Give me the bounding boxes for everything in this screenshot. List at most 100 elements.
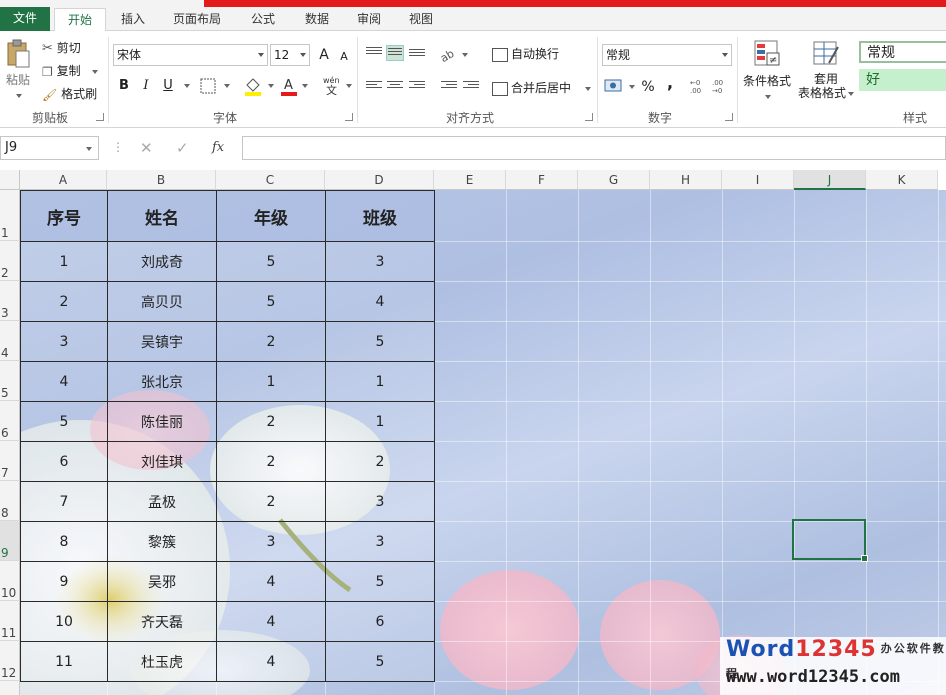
tab-data[interactable]: 数据 — [294, 8, 340, 31]
row-header-3[interactable]: 3 — [0, 281, 20, 321]
decrease-decimal-icon[interactable]: .00→0 — [712, 77, 732, 95]
table-cell-index[interactable]: 3 — [20, 321, 108, 362]
header-cell-index[interactable]: 序号 — [20, 190, 108, 242]
underline-button[interactable]: U — [158, 76, 178, 96]
table-cell-index[interactable]: 11 — [20, 641, 108, 682]
table-cell-index[interactable]: 7 — [20, 481, 108, 522]
insert-function-icon[interactable]: fx — [212, 140, 224, 155]
table-cell-class[interactable]: 5 — [325, 561, 435, 602]
percent-button[interactable]: % — [638, 77, 658, 97]
column-header-k[interactable]: K — [866, 170, 938, 190]
font-launcher-icon[interactable] — [345, 113, 353, 121]
increase-indent-icon[interactable] — [462, 79, 480, 95]
paste-button[interactable]: 粘贴 — [4, 39, 32, 99]
column-header-f[interactable]: F — [506, 170, 578, 190]
shrink-font-button[interactable]: A — [334, 47, 354, 67]
italic-button[interactable]: I — [136, 76, 156, 96]
table-cell-index[interactable]: 8 — [20, 521, 108, 562]
phonetic-icon[interactable]: wén文 — [322, 75, 342, 95]
column-header-i[interactable]: I — [722, 170, 794, 190]
table-cell-index[interactable]: 5 — [20, 401, 108, 442]
chevron-down-icon[interactable] — [462, 53, 468, 57]
comma-button[interactable]: , — [660, 73, 680, 93]
cut-button[interactable]: ✂ 剪切 — [42, 39, 81, 56]
header-cell-class[interactable]: 班级 — [325, 190, 435, 242]
table-cell-class[interactable]: 5 — [325, 321, 435, 362]
clipboard-launcher-icon[interactable] — [96, 113, 104, 121]
header-cell-grade[interactable]: 年级 — [216, 190, 326, 242]
column-header-d[interactable]: D — [325, 170, 434, 190]
font-size-combo[interactable]: 12 — [270, 44, 310, 66]
table-cell-grade[interactable]: 5 — [216, 241, 326, 282]
chevron-down-icon[interactable] — [224, 84, 230, 88]
table-cell-grade[interactable]: 2 — [216, 401, 326, 442]
wrap-text-button[interactable]: 自动换行 — [492, 45, 559, 62]
table-cell-name[interactable]: 孟极 — [107, 481, 217, 522]
grow-font-button[interactable]: A — [314, 45, 334, 65]
table-cell-index[interactable]: 2 — [20, 281, 108, 322]
table-cell-grade[interactable]: 4 — [216, 601, 326, 642]
table-cell-class[interactable]: 3 — [325, 241, 435, 282]
decrease-indent-icon[interactable] — [440, 79, 458, 95]
table-cell-grade[interactable]: 2 — [216, 481, 326, 522]
row-header-4[interactable]: 4 — [0, 321, 20, 361]
enter-icon[interactable]: ✓ — [176, 139, 189, 157]
tab-page-layout[interactable]: 页面布局 — [162, 8, 232, 31]
table-cell-name[interactable]: 刘佳琪 — [107, 441, 217, 482]
table-cell-index[interactable]: 6 — [20, 441, 108, 482]
tab-home[interactable]: 开始 — [54, 8, 106, 32]
table-cell-grade[interactable]: 4 — [216, 641, 326, 682]
table-cell-grade[interactable]: 2 — [216, 441, 326, 482]
table-cell-name[interactable]: 刘成奇 — [107, 241, 217, 282]
alignment-launcher-icon[interactable] — [585, 113, 593, 121]
table-cell-name[interactable]: 杜玉虎 — [107, 641, 217, 682]
active-cell-selection[interactable] — [792, 519, 868, 562]
conditional-format-button[interactable]: ≠ 条件格式 — [742, 39, 792, 103]
align-middle-icon[interactable] — [386, 45, 404, 61]
row-header-2[interactable]: 2 — [0, 241, 20, 281]
table-cell-index[interactable]: 10 — [20, 601, 108, 642]
row-header-1[interactable]: 1 — [0, 190, 20, 241]
tab-file[interactable]: 文件 — [0, 7, 50, 31]
table-cell-name[interactable]: 高贝贝 — [107, 281, 217, 322]
copy-button[interactable]: ❐ 复制 — [42, 62, 99, 79]
align-bottom-icon[interactable] — [408, 47, 426, 63]
column-header-j[interactable]: J — [794, 170, 866, 190]
table-cell-class[interactable]: 1 — [325, 361, 435, 402]
align-right-icon[interactable] — [408, 79, 426, 95]
worksheet-grid[interactable]: ABCDEFGHIJK 12345678910111213 序号 姓名 年级 班… — [0, 170, 946, 695]
table-cell-class[interactable]: 6 — [325, 601, 435, 642]
format-as-table-button[interactable]: 套用 表格格式 — [796, 39, 856, 100]
cell-style-good[interactable]: 好 — [859, 69, 946, 91]
table-cell-name[interactable]: 齐天磊 — [107, 601, 217, 642]
bold-button[interactable]: B — [114, 76, 134, 96]
table-cell-name[interactable]: 黎簇 — [107, 521, 217, 562]
table-cell-grade[interactable]: 1 — [216, 361, 326, 402]
table-cell-class[interactable]: 3 — [325, 481, 435, 522]
table-cell-class[interactable]: 3 — [325, 521, 435, 562]
column-header-b[interactable]: B — [107, 170, 216, 190]
table-cell-name[interactable]: 吴镇宇 — [107, 321, 217, 362]
tab-view[interactable]: 视图 — [398, 8, 444, 31]
table-cell-class[interactable]: 5 — [325, 641, 435, 682]
font-name-combo[interactable]: 宋体 — [113, 44, 268, 66]
column-header-a[interactable]: A — [20, 170, 107, 190]
row-header-8[interactable]: 8 — [0, 481, 20, 521]
column-header-g[interactable]: G — [578, 170, 650, 190]
currency-icon[interactable] — [604, 77, 624, 95]
table-cell-class[interactable]: 1 — [325, 401, 435, 442]
align-left-icon[interactable] — [365, 79, 383, 95]
table-cell-class[interactable]: 2 — [325, 441, 435, 482]
format-painter-button[interactable]: 🖌 格式刷 — [42, 85, 97, 102]
name-box[interactable]: J9 — [0, 136, 99, 160]
merge-center-button[interactable]: 合并后居中 — [492, 79, 591, 96]
border-icon[interactable] — [200, 78, 216, 94]
formula-input[interactable] — [242, 136, 946, 160]
chevron-down-icon[interactable] — [184, 84, 190, 88]
cancel-icon[interactable]: ✕ — [140, 139, 153, 157]
table-cell-name[interactable]: 吴邪 — [107, 561, 217, 602]
header-cell-name[interactable]: 姓名 — [107, 190, 217, 242]
table-cell-index[interactable]: 9 — [20, 561, 108, 602]
table-cell-name[interactable]: 张北京 — [107, 361, 217, 402]
column-header-c[interactable]: C — [216, 170, 325, 190]
